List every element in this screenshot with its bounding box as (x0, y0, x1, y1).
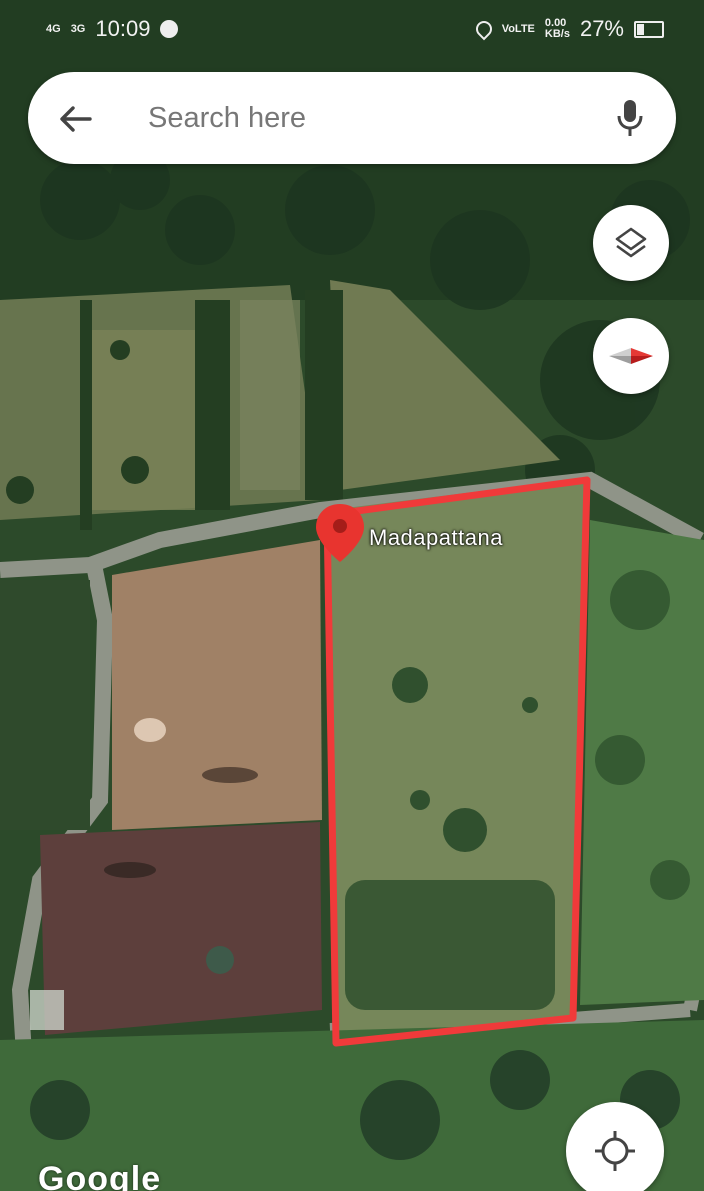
location-status-icon (472, 17, 496, 41)
google-attribution: Google (38, 1160, 162, 1191)
search-placeholder[interactable]: Search here (148, 102, 306, 135)
layers-button[interactable] (593, 205, 669, 281)
map-screen: { "status_bar": { "network_1": "4G", "ne… (0, 0, 704, 1191)
battery-icon (634, 20, 664, 38)
network-indicator-1: 4G (46, 22, 61, 35)
place-label[interactable]: Madapattana (369, 525, 503, 551)
my-location-button[interactable] (566, 1102, 664, 1191)
search-bar[interactable]: Search here (28, 72, 676, 164)
status-bar: 4G 3G 10:09 VoLTE 0.00 KB/s 27% (0, 0, 704, 62)
compass-icon (609, 348, 653, 364)
layers-icon (615, 227, 647, 258)
mic-icon[interactable] (616, 98, 644, 138)
compass-button[interactable] (593, 318, 669, 394)
satellite-map[interactable] (0, 0, 704, 1191)
back-arrow-icon[interactable] (58, 102, 92, 136)
clock: 10:09 (95, 16, 151, 41)
data-speed: 0.00 KB/s (544, 17, 570, 40)
app-notification-icon (160, 20, 179, 38)
network-indicator-2: 3G (70, 22, 86, 35)
battery-level: 27% (579, 16, 624, 41)
my-location-icon (595, 1131, 635, 1171)
volte-icon: VoLTE (501, 22, 535, 35)
